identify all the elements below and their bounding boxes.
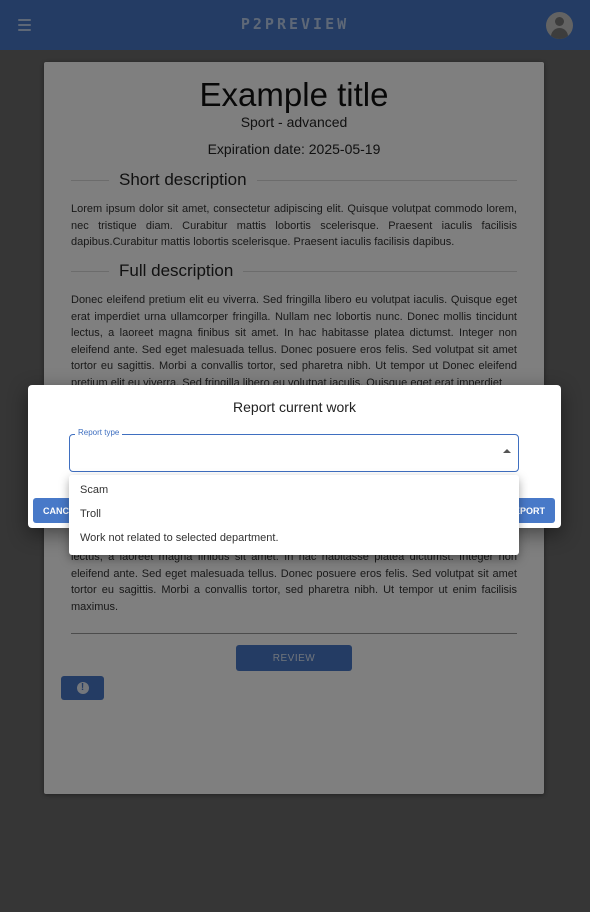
option-scam[interactable]: Scam <box>69 478 519 502</box>
option-unrelated-work[interactable]: Work not related to selected department. <box>69 526 519 550</box>
report-type-select[interactable]: Report type <box>69 428 519 472</box>
report-type-label: Report type <box>75 428 123 437</box>
caret-up-icon <box>503 449 511 453</box>
report-type-options: Scam Troll Work not related to selected … <box>69 475 519 555</box>
dialog-title: Report current work <box>233 399 356 415</box>
option-troll[interactable]: Troll <box>69 502 519 526</box>
